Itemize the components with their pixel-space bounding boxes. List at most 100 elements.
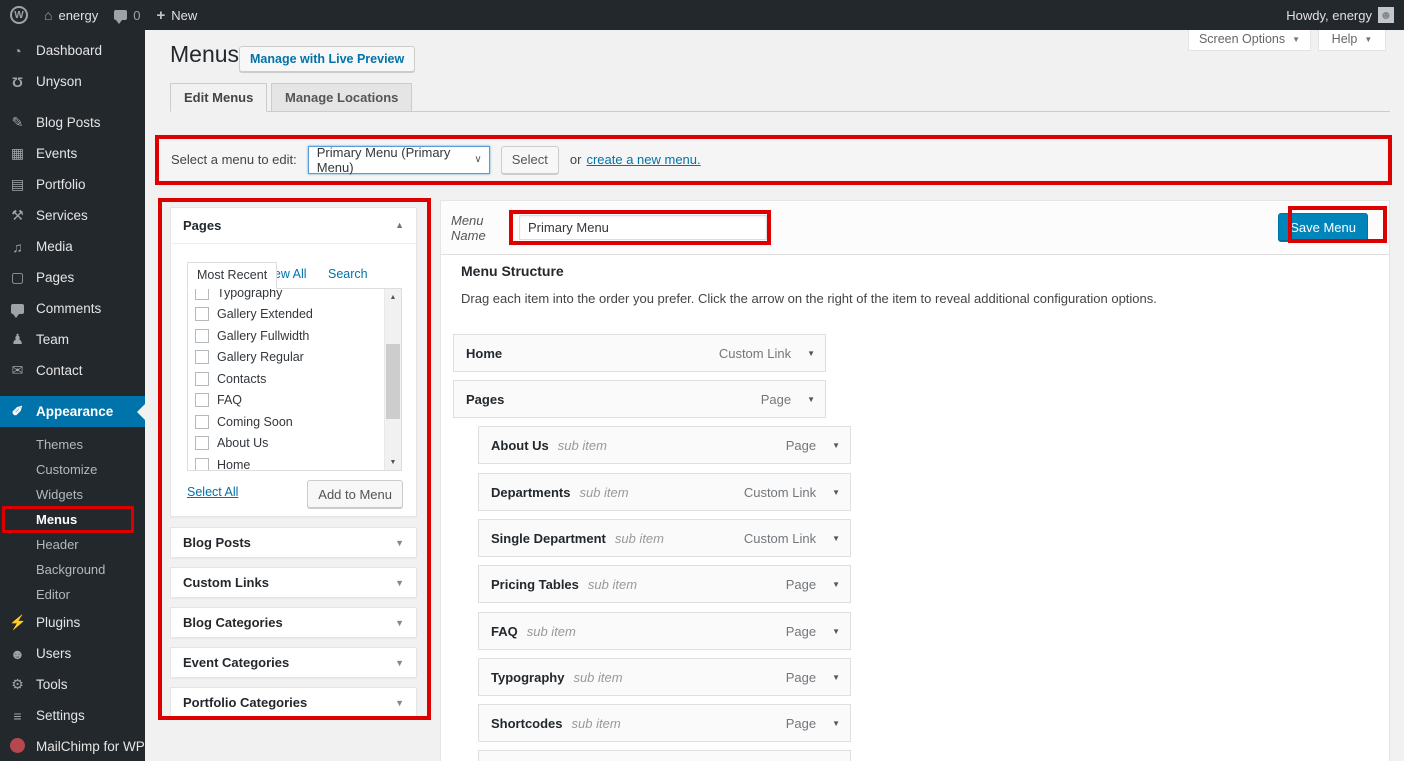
menu-item-title: Pages: [466, 392, 504, 407]
sub-item-label: sub item: [588, 577, 637, 592]
expand-arrow-icon[interactable]: ▼: [832, 534, 840, 543]
expand-arrow-icon[interactable]: ▼: [832, 627, 840, 636]
site-name-link[interactable]: ⌂ energy: [44, 0, 98, 30]
create-new-menu-link[interactable]: create a new menu.: [586, 152, 700, 167]
menu-item-type: Page: [786, 577, 816, 592]
expand-arrow-icon[interactable]: ▼: [832, 580, 840, 589]
menu-item-typography[interactable]: Typography sub item Page ▼: [478, 658, 851, 696]
sidebar-subitem-editor[interactable]: Editor: [0, 582, 145, 607]
sidebar-item-label: Unyson: [36, 74, 82, 89]
expand-arrow-icon[interactable]: ▼: [832, 488, 840, 497]
collapse-arrow-icon[interactable]: ▲: [395, 208, 404, 243]
menu-item-type: Page: [786, 438, 816, 453]
select-button[interactable]: Select: [501, 146, 559, 174]
scrollbar[interactable]: ▲ ▼: [384, 289, 401, 470]
tab-most-recent[interactable]: Most Recent: [187, 262, 277, 289]
manage-live-preview-button[interactable]: Manage with Live Preview: [239, 46, 415, 72]
person-icon: ♟: [9, 331, 26, 348]
save-menu-button[interactable]: Save Menu: [1278, 213, 1368, 242]
select-all-link[interactable]: Select All: [187, 485, 238, 499]
avatar: ☻: [1378, 7, 1394, 23]
tab-search[interactable]: Search: [328, 267, 368, 281]
scroll-down-icon[interactable]: ▼: [385, 454, 401, 470]
wordpress-logo-icon: W: [10, 6, 28, 24]
tab-edit-menus[interactable]: Edit Menus: [170, 83, 267, 112]
checkbox[interactable]: [195, 393, 209, 407]
sidebar-item-portfolio[interactable]: ▤ Portfolio: [0, 169, 145, 200]
menu-item-home[interactable]: Home Custom Link ▼: [453, 334, 826, 372]
menu-item-shortcodes[interactable]: Shortcodes sub item Page ▼: [478, 704, 851, 742]
comments-adminbar-link[interactable]: 0: [114, 0, 140, 30]
checkbox[interactable]: [195, 436, 209, 450]
expand-arrow-icon[interactable]: ▼: [807, 349, 815, 358]
sidebar-item-users[interactable]: ☻ Users: [0, 638, 145, 669]
menu-item-pricing-tables[interactable]: Pricing Tables sub item Page ▼: [478, 565, 851, 603]
checkbox[interactable]: [195, 350, 209, 364]
accordion-custom-links[interactable]: Custom Links ▼: [170, 567, 417, 598]
pin-icon: ✎: [9, 114, 26, 131]
accordion-label: Portfolio Categories: [183, 695, 307, 710]
checkbox[interactable]: [195, 329, 209, 343]
tab-manage-locations[interactable]: Manage Locations: [271, 83, 412, 112]
sidebar-item-media[interactable]: ♫ Media: [0, 231, 145, 262]
howdy-account-menu[interactable]: Howdy, energy ☻: [1286, 0, 1394, 30]
scroll-up-icon[interactable]: ▲: [385, 289, 401, 305]
sub-item-label: sub item: [558, 438, 607, 453]
menu-select-dropdown[interactable]: Primary Menu (Primary Menu) ∨: [308, 146, 490, 174]
chevron-down-icon: ▼: [395, 538, 404, 548]
sidebar-item-settings[interactable]: ≡ Settings: [0, 700, 145, 731]
menu-item-title: Home: [466, 346, 502, 361]
expand-arrow-icon[interactable]: ▼: [832, 441, 840, 450]
sidebar-item-comments[interactable]: Comments: [0, 293, 145, 324]
sidebar-subitem-header[interactable]: Header: [0, 532, 145, 557]
add-to-menu-button[interactable]: Add to Menu: [307, 480, 403, 508]
sidebar-item-services[interactable]: ⚒ Services: [0, 200, 145, 231]
checkbox[interactable]: [195, 372, 209, 386]
wp-logo-menu[interactable]: W: [10, 0, 28, 30]
sidebar-item-plugins[interactable]: ⚡ Plugins: [0, 607, 145, 638]
chevron-down-icon: ∨: [474, 154, 481, 165]
screen-options-tab[interactable]: Screen Options ▼: [1188, 28, 1311, 51]
page-item-label: Coming Soon: [217, 415, 293, 429]
sidebar-item-pages[interactable]: ▢ Pages: [0, 262, 145, 293]
sidebar-item-dashboard[interactable]: ◔ Dashboard: [0, 35, 145, 66]
expand-arrow-icon[interactable]: ▼: [832, 719, 840, 728]
sidebar-item-team[interactable]: ♟ Team: [0, 324, 145, 355]
accordion-blog-categories[interactable]: Blog Categories ▼: [170, 607, 417, 638]
menu-item-faq[interactable]: FAQ sub item Page ▼: [478, 612, 851, 650]
checkbox[interactable]: [195, 458, 209, 471]
checkbox[interactable]: [195, 288, 209, 300]
checkbox[interactable]: [195, 415, 209, 429]
sidebar-item-label: Plugins: [36, 615, 80, 630]
new-content-menu[interactable]: + New: [156, 0, 197, 30]
menu-item-about-us[interactable]: About Us sub item Page ▼: [478, 426, 851, 464]
sidebar-subitem-background[interactable]: Background: [0, 557, 145, 582]
sidebar-item-appearance[interactable]: ✐ Appearance: [0, 396, 145, 427]
menu-item-departments[interactable]: Departments sub item Custom Link ▼: [478, 473, 851, 511]
scrollbar-thumb[interactable]: [386, 344, 400, 419]
sidebar-item-events[interactable]: ▦ Events: [0, 138, 145, 169]
checkbox[interactable]: [195, 307, 209, 321]
sidebar-subitem-themes[interactable]: Themes: [0, 432, 145, 457]
accordion-event-categories[interactable]: Event Categories ▼: [170, 647, 417, 678]
help-tab[interactable]: Help ▼: [1318, 28, 1386, 51]
menu-item-single-department[interactable]: Single Department sub item Custom Link ▼: [478, 519, 851, 557]
sidebar-item-mailchimp[interactable]: MailChimp for WP: [0, 731, 145, 761]
sub-item-label: sub item: [572, 716, 621, 731]
pages-panel-header[interactable]: Pages ▲: [171, 208, 416, 244]
sidebar-item-contact[interactable]: ✉ Contact: [0, 355, 145, 386]
sidebar-item-tools[interactable]: ⚙ Tools: [0, 669, 145, 700]
expand-arrow-icon[interactable]: ▼: [807, 395, 815, 404]
sidebar-subitem-menus[interactable]: Menus: [0, 507, 145, 532]
expand-arrow-icon[interactable]: ▼: [832, 673, 840, 682]
menu-item-handle-partial[interactable]: [478, 750, 851, 761]
accordion-portfolio-categories[interactable]: Portfolio Categories ▼: [170, 687, 417, 718]
sidebar-item-unyson[interactable]: Ʊ Unyson: [0, 66, 145, 97]
menu-item-type: Custom Link: [719, 346, 791, 361]
menu-item-pages[interactable]: Pages Page ▼: [453, 380, 826, 418]
accordion-blog-posts[interactable]: Blog Posts ▼: [170, 527, 417, 558]
sidebar-subitem-widgets[interactable]: Widgets: [0, 482, 145, 507]
sidebar-subitem-customize[interactable]: Customize: [0, 457, 145, 482]
menu-name-input[interactable]: [519, 215, 767, 240]
sidebar-item-blog-posts[interactable]: ✎ Blog Posts: [0, 107, 145, 138]
